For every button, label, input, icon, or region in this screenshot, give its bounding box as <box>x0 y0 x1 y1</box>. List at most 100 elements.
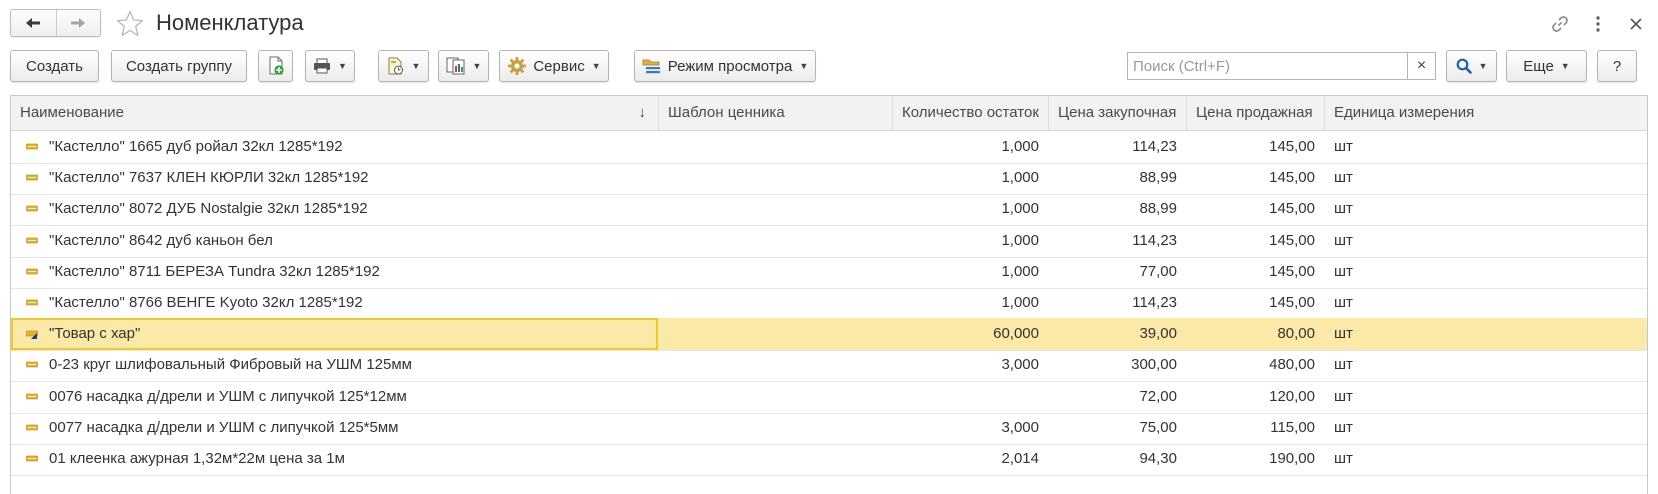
command-bar: Создать Создать группу ▼ ▼ ▼ Сервис ▼ Ре… <box>0 50 1658 84</box>
create-copy-button[interactable] <box>258 50 293 82</box>
back-button[interactable] <box>11 10 56 36</box>
view-mode-icon <box>642 57 662 75</box>
cell-purchase-price: 75,00 <box>1139 418 1177 436</box>
table-row[interactable]: "Кастелло" 7637 КЛЕН КЮРЛИ 32кл 1285*192… <box>11 162 1647 196</box>
chevron-down-icon: ▼ <box>472 61 482 71</box>
help-button[interactable]: ? <box>1597 50 1637 82</box>
column-header-name[interactable]: Наименование ↓ <box>11 96 659 130</box>
cell-name: "Товар с хар" <box>49 325 141 343</box>
more-button[interactable]: Еще ▼ <box>1506 50 1587 82</box>
cell-unit: шт <box>1334 262 1353 280</box>
cell-price-tag-template <box>659 412 893 444</box>
column-header-price-tag-template[interactable]: Шаблон ценника <box>659 96 893 130</box>
cell-price-tag-template <box>659 131 893 163</box>
table-row[interactable]: 01 клеенка ажурная 1,32м*22м цена за 1м 2… <box>11 443 1647 476</box>
gear-icon <box>507 56 527 76</box>
table-row[interactable]: 0076 насадка д/дрели и УШМ с липучкой 12… <box>11 381 1647 414</box>
cell-unit: шт <box>1334 325 1353 343</box>
chevron-down-icon: ▼ <box>591 61 601 71</box>
cell-price-tag-template <box>659 162 893 194</box>
page-title: Номенклатура <box>156 10 304 35</box>
table-row[interactable]: "Кастелло" 8766 ВЕНГЕ Kyoto 32кл 1285*19… <box>11 287 1647 320</box>
cell-unit: шт <box>1334 169 1353 187</box>
cell-unit: шт <box>1334 450 1353 467</box>
cell-quantity: 3,000 <box>1001 356 1039 374</box>
column-header-unit[interactable]: Единица измерения <box>1325 96 1647 130</box>
search-input[interactable] <box>1128 53 1407 79</box>
add-copy-icon <box>267 56 285 76</box>
service-label: Сервис <box>533 57 585 75</box>
cell-quantity: 1,000 <box>1001 294 1039 311</box>
printer-icon <box>313 58 331 74</box>
cell-name: "Кастелло" 1665 дуб ройал 32кл 1285*192 <box>49 138 343 155</box>
table-row[interactable]: "Кастелло" 8072 ДУБ Nostalgie 32кл 1285*… <box>11 193 1647 227</box>
structure-icon <box>446 57 466 75</box>
cell-quantity: 3,000 <box>1001 418 1039 436</box>
table-row[interactable]: "Кастелло" 1665 дуб ройал 32кл 1285*192 1… <box>11 131 1647 164</box>
cell-sale-price: 120,00 <box>1269 387 1315 405</box>
cell-name: "Кастелло" 8072 ДУБ Nostalgie 32кл 1285*… <box>49 200 368 218</box>
cell-price-tag-template <box>659 287 893 319</box>
cell-name: "Кастелло" 8642 дуб каньон бел <box>49 231 273 249</box>
cell-unit: шт <box>1334 138 1353 155</box>
cell-name: 01 клеенка ажурная 1,32м*22м цена за 1м <box>49 450 345 467</box>
cell-name: "Кастелло" 8766 ВЕНГЕ Kyoto 32кл 1285*19… <box>49 294 363 311</box>
table-row-selected[interactable]: "Товар с хар" 60,000 39,00 80,00 шт <box>11 318 1647 352</box>
cell-quantity: 60,000 <box>993 325 1039 343</box>
table-header: Наименование ↓ Шаблон ценника Количество… <box>11 96 1647 131</box>
cell-unit: шт <box>1334 418 1353 436</box>
search-clear-button[interactable]: × <box>1407 53 1435 79</box>
cell-quantity: 1,000 <box>1001 138 1039 155</box>
cell-name: 0076 насадка д/дрели и УШМ с липучкой 12… <box>49 387 407 405</box>
cell-price-tag-template <box>659 256 893 288</box>
cell-unit: шт <box>1334 387 1353 405</box>
cell-unit: шт <box>1334 294 1353 311</box>
cell-price-tag-template <box>659 318 893 350</box>
arrow-left-icon <box>26 18 41 28</box>
view-mode-label: Режим просмотра <box>667 57 793 75</box>
favorite-button[interactable] <box>115 9 145 39</box>
close-button[interactable] <box>1624 12 1648 36</box>
column-header-label: Наименование <box>20 104 124 121</box>
sort-descending-icon: ↓ <box>638 104 647 121</box>
cell-purchase-price: 300,00 <box>1131 356 1177 374</box>
cell-unit: шт <box>1334 200 1353 218</box>
search-box: × <box>1127 52 1436 80</box>
cell-unit: шт <box>1334 356 1353 374</box>
cell-price-tag-template <box>659 225 893 257</box>
table-row[interactable]: 0-23 круг шлифовальный Фибровый на УШМ 1… <box>11 349 1647 383</box>
cell-sale-price: 80,00 <box>1277 325 1315 343</box>
more-label: Еще <box>1523 57 1554 75</box>
more-actions-button[interactable] <box>1586 12 1610 36</box>
forward-button[interactable] <box>55 10 101 36</box>
column-header-sale-price[interactable]: Цена продажная <box>1187 96 1325 130</box>
window-tools <box>1548 12 1648 36</box>
table-row[interactable]: "Кастелло" 8711 БЕРЕЗА Tundra 32кл 1285*… <box>11 256 1647 289</box>
cell-purchase-price: 88,99 <box>1139 200 1177 218</box>
cell-quantity: 1,000 <box>1001 262 1039 280</box>
cell-sale-price: 145,00 <box>1269 262 1315 280</box>
create-button[interactable]: Создать <box>10 50 99 82</box>
report-icon <box>387 56 405 76</box>
cell-purchase-price: 114,23 <box>1132 294 1177 311</box>
view-mode-button[interactable]: Режим просмотра ▼ <box>634 50 816 82</box>
cell-purchase-price: 77,00 <box>1139 262 1177 280</box>
link-button[interactable] <box>1548 12 1572 36</box>
cell-sale-price: 115,00 <box>1270 418 1315 436</box>
chevron-down-icon: ▼ <box>338 61 347 71</box>
print-button[interactable]: ▼ <box>305 50 355 82</box>
cell-sale-price: 145,00 <box>1269 231 1315 249</box>
table-row[interactable]: "Кастелло" 8642 дуб каньон бел 1,000 114,2… <box>11 225 1647 258</box>
search-button[interactable]: ▼ <box>1446 50 1497 82</box>
reports-button[interactable]: ▼ <box>378 50 429 82</box>
table-row[interactable]: 0077 насадка д/дрели и УШМ с липучкой 12… <box>11 412 1647 445</box>
column-header-purchase-price[interactable]: Цена закупочная <box>1049 96 1187 130</box>
cell-purchase-price: 94,30 <box>1139 450 1177 467</box>
structure-button[interactable]: ▼ <box>438 50 489 82</box>
search-icon <box>1456 58 1472 74</box>
chevron-down-icon: ▼ <box>1478 61 1488 71</box>
create-group-button[interactable]: Создать группу <box>111 50 247 82</box>
service-button[interactable]: Сервис ▼ <box>499 50 609 82</box>
column-header-quantity[interactable]: Количество остаток <box>893 96 1049 130</box>
cell-quantity: 1,000 <box>1001 231 1039 249</box>
